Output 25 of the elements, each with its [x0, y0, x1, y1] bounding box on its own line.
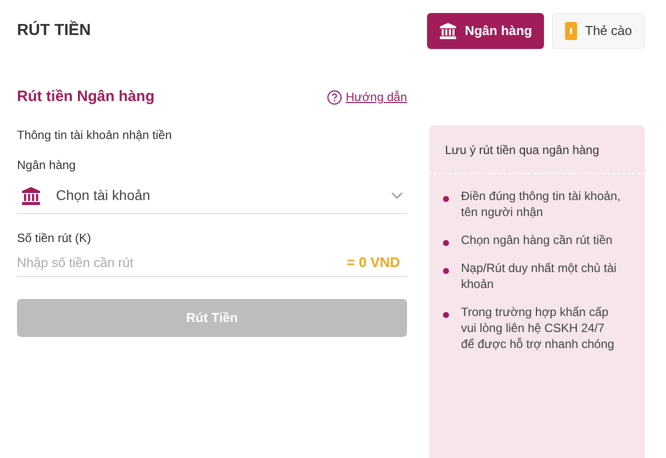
help-icon: [326, 90, 342, 104]
amount-input[interactable]: Nhập số tiền cần rút: [17, 252, 347, 272]
note-item: Điền đúng thông tin tài khoản, tên người nhận: [461, 188, 621, 220]
bullet-icon: [443, 268, 449, 274]
converted-amount: = 0 VND: [346, 253, 400, 272]
section-title: Rút tiền Ngân hàng: [17, 86, 154, 107]
tab[interactable]: Thẻ cào: [552, 13, 645, 49]
page-title: RÚT TIỀN: [17, 20, 91, 41]
bullet-icon: [443, 196, 449, 202]
field-label: Ngân hàng: [17, 157, 77, 174]
guide-link[interactable]: Hướng dẫn: [326, 88, 407, 106]
card-icon: [565, 22, 578, 40]
bank-icon: [20, 186, 42, 206]
notes-title: Lưu ý rút tiền qua ngân hàng: [444, 142, 600, 159]
tab[interactable]: Ngân hàng: [426, 13, 544, 49]
note-item: Trong trường hợp khẩn cấp vui lòng liên hệ CSKH 24/7 để được hỗ trợ nhanh chóng: [461, 304, 616, 352]
note-item: Nạp/Rút duy nhất một chủ tài khoản: [461, 260, 618, 292]
note-item: Chọn ngân hàng cần rút tiền: [461, 232, 614, 248]
form-subtitle: Thông tin tài khoản nhận tiền: [17, 127, 173, 144]
bank-select[interactable]: Chọn tài khoản: [17, 178, 407, 214]
chevron-down-icon: [391, 192, 403, 200]
bank-icon: [438, 22, 457, 40]
bullet-icon: [443, 312, 449, 318]
field-label: Số tiền rút (K): [17, 230, 92, 247]
bullet-icon: [443, 240, 449, 246]
